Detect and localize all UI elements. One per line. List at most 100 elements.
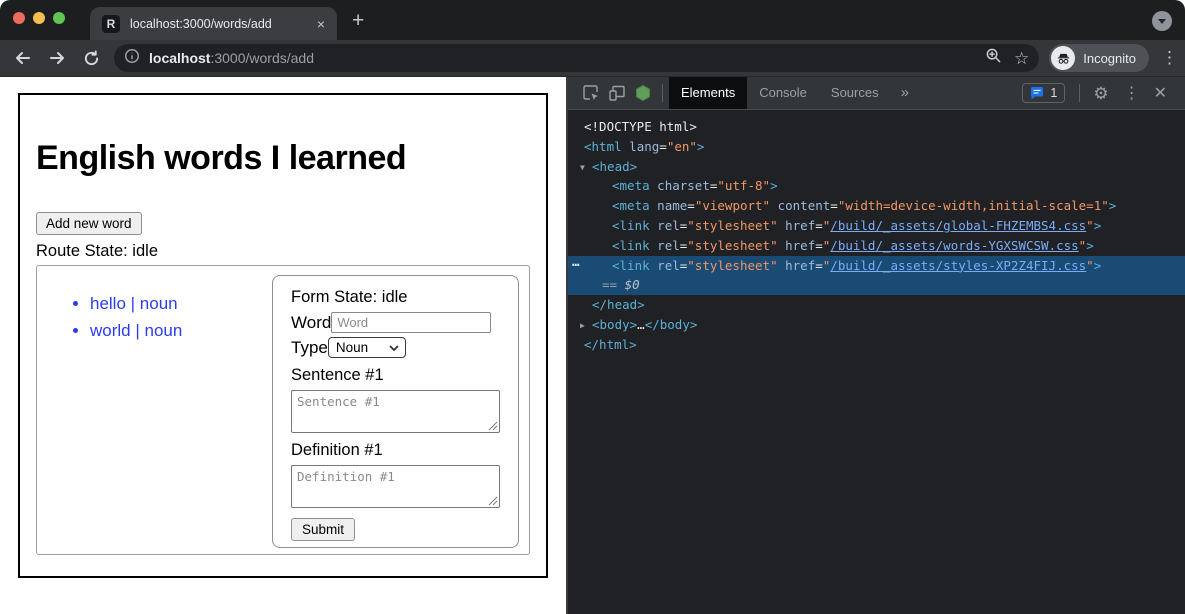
- code-token: >: [697, 139, 705, 154]
- issues-bubble-icon: [1030, 87, 1044, 100]
- url-host: localhost: [149, 50, 210, 66]
- settings-gear-icon[interactable]: ⚙: [1086, 85, 1115, 102]
- code-token: content: [778, 198, 831, 213]
- code-line[interactable]: …<link rel="stylesheet" href="/build/_as…: [568, 256, 1185, 276]
- code-line[interactable]: </html>: [568, 335, 1185, 355]
- code-token: "width=device-width,initial-scale=1": [838, 198, 1109, 213]
- code-token: rel: [657, 238, 680, 253]
- minimize-window-button[interactable]: [33, 12, 45, 24]
- elements-tree: <!DOCTYPE html><html lang="en">▼<head><m…: [568, 110, 1185, 614]
- bookmark-star-icon[interactable]: ☆: [1014, 50, 1029, 67]
- code-token: /build/_assets/global-FHZEMBS4.css: [830, 218, 1086, 233]
- code-token: <!DOCTYPE html>: [584, 119, 697, 134]
- browser-window: R localhost:3000/words/add × + localhost…: [0, 0, 1185, 614]
- arrow-right-icon: [48, 49, 66, 67]
- device-toggle-icon: [608, 84, 626, 102]
- maximize-window-button[interactable]: [53, 12, 65, 24]
- type-label: Type: [291, 338, 328, 358]
- code-token: /build/_assets/words-YGXSWCSW.css: [830, 238, 1078, 253]
- code-line[interactable]: <meta charset="utf-8">: [568, 176, 1185, 196]
- code-line[interactable]: <meta name="viewport" content="width=dev…: [568, 196, 1185, 216]
- devtools-toolbar: ElementsConsoleSources » 1 ⚙ ⋮ ✕: [568, 77, 1185, 110]
- code-line[interactable]: </head>: [568, 295, 1185, 315]
- code-line[interactable]: <html lang="en">: [568, 137, 1185, 157]
- extension-hexagon-icon[interactable]: [630, 80, 656, 106]
- app-container: English words I learned Add new word Rou…: [18, 93, 548, 578]
- code-token: href: [785, 218, 815, 233]
- devtools-close-button[interactable]: ✕: [1148, 83, 1175, 103]
- code-token: "viewport": [695, 198, 770, 213]
- zoom-indicator-icon[interactable]: [985, 47, 1002, 69]
- devtools-tabs: ElementsConsoleSources: [669, 77, 891, 109]
- code-token: =: [659, 139, 667, 154]
- word-link[interactable]: hello | noun: [90, 294, 178, 313]
- code-line[interactable]: <link rel="stylesheet" href="/build/_ass…: [568, 236, 1185, 256]
- code-token: >: [1094, 258, 1102, 273]
- code-token: </head>: [592, 297, 645, 312]
- type-select-value: Noun: [336, 340, 368, 355]
- code-token: charset: [657, 178, 710, 193]
- code-token: [778, 218, 786, 233]
- browser-toolbar: localhost:3000/words/add ☆ Incognito ⋮: [0, 40, 1185, 77]
- code-token: </body>: [645, 317, 698, 332]
- code-line[interactable]: ▼<head>: [568, 157, 1185, 177]
- add-word-form: Form State: idle Word Type Noun: [272, 275, 519, 548]
- devtools-menu-button[interactable]: ⋮: [1116, 83, 1148, 103]
- close-window-button[interactable]: [13, 12, 25, 24]
- add-new-word-button[interactable]: Add new word: [36, 212, 142, 235]
- address-bar[interactable]: localhost:3000/words/add ☆: [114, 44, 1039, 72]
- code-token: <body>: [592, 317, 637, 332]
- back-button[interactable]: [10, 45, 36, 71]
- forward-button[interactable]: [44, 45, 70, 71]
- code-line[interactable]: <link rel="stylesheet" href="/build/_ass…: [568, 216, 1185, 236]
- code-line[interactable]: == $0: [568, 275, 1185, 295]
- toolbar-divider: [662, 84, 663, 102]
- code-token: =: [815, 258, 823, 273]
- code-token: =: [815, 218, 823, 233]
- reload-button[interactable]: [78, 45, 104, 71]
- device-toolbar-button[interactable]: [604, 80, 630, 106]
- new-tab-button[interactable]: +: [352, 9, 364, 33]
- line-options-icon[interactable]: …: [572, 252, 581, 272]
- code-token: href: [785, 258, 815, 273]
- tab-strip: R localhost:3000/words/add × +: [0, 0, 1185, 40]
- disclosure-expanded-icon[interactable]: ▼: [580, 158, 585, 178]
- site-info-icon[interactable]: [124, 48, 140, 69]
- tab-close-icon[interactable]: ×: [317, 16, 325, 32]
- sentence-label: Sentence #1: [291, 366, 500, 385]
- code-token: =: [815, 238, 823, 253]
- browser-tab[interactable]: R localhost:3000/words/add ×: [90, 7, 337, 40]
- definition-textarea[interactable]: [291, 465, 500, 508]
- incognito-icon: [1051, 46, 1075, 70]
- word-link[interactable]: world | noun: [90, 321, 182, 340]
- devtools-tab-console[interactable]: Console: [747, 77, 819, 109]
- sentence-textarea[interactable]: [291, 390, 500, 433]
- remix-favicon-icon: R: [102, 15, 120, 33]
- incognito-label: Incognito: [1083, 51, 1136, 66]
- disclosure-collapsed-icon[interactable]: ▶: [580, 316, 585, 336]
- submit-button[interactable]: Submit: [291, 518, 355, 541]
- web-page: English words I learned Add new word Rou…: [0, 77, 566, 614]
- type-select[interactable]: Noun: [328, 337, 406, 358]
- code-token: =: [830, 198, 838, 213]
- browser-menu-button[interactable]: ⋮: [1161, 48, 1175, 68]
- incognito-badge[interactable]: Incognito: [1049, 44, 1149, 72]
- code-line[interactable]: ▶<body>…</body>: [568, 315, 1185, 335]
- code-token: ": [1086, 258, 1094, 273]
- code-token: <meta: [612, 178, 650, 193]
- chevron-down-icon: [389, 345, 399, 352]
- word-input[interactable]: [331, 312, 491, 333]
- devtools-tab-elements[interactable]: Elements: [669, 77, 747, 109]
- inspect-element-button[interactable]: [578, 80, 604, 106]
- more-tabs-button[interactable]: »: [891, 77, 919, 109]
- code-token: [770, 198, 778, 213]
- code-token: <meta: [612, 198, 650, 213]
- tab-search-button[interactable]: [1152, 11, 1172, 31]
- code-line[interactable]: <!DOCTYPE html>: [568, 117, 1185, 137]
- code-token: <link: [612, 238, 650, 253]
- code-token: >: [770, 178, 778, 193]
- issues-badge[interactable]: 1: [1022, 83, 1065, 103]
- devtools-tab-sources[interactable]: Sources: [819, 77, 891, 109]
- url-path: :3000/words/add: [210, 50, 314, 66]
- toolbar-divider: [1079, 84, 1080, 102]
